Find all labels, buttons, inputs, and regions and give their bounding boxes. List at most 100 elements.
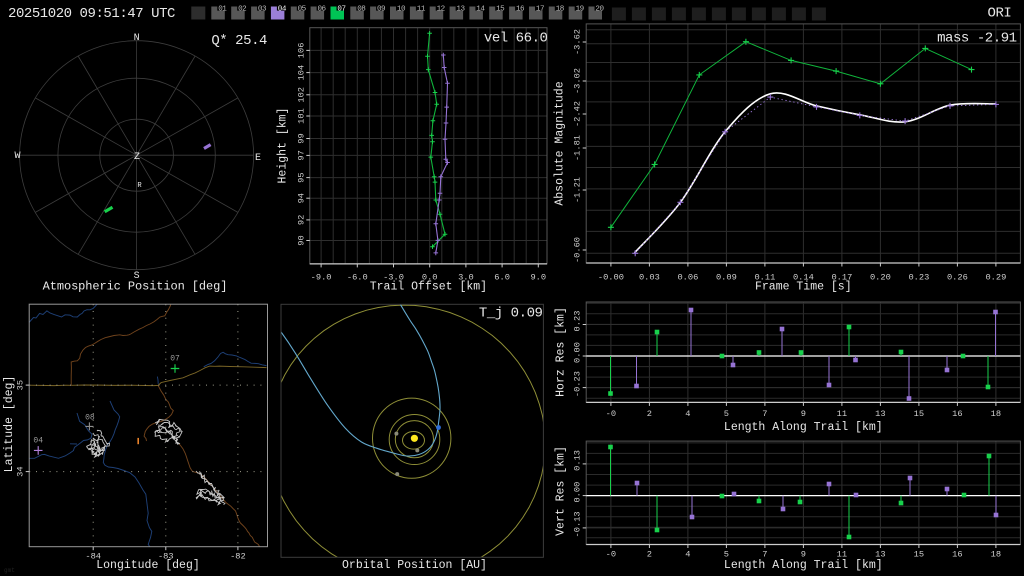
svg-text:2: 2 — [647, 409, 652, 419]
svg-text:R: R — [137, 182, 142, 190]
svg-text:14: 14 — [476, 5, 485, 13]
svg-text:20: 20 — [595, 5, 604, 13]
svg-text:0.29: 0.29 — [985, 272, 1006, 282]
svg-text:-3.02: -3.02 — [573, 68, 583, 94]
svg-text:-0: -0 — [606, 409, 616, 419]
svg-text:E: E — [255, 153, 261, 164]
svg-text:0.00: 0.00 — [573, 482, 583, 503]
svg-text:13: 13 — [875, 409, 885, 419]
svg-text:04: 04 — [33, 437, 43, 446]
svg-text:5: 5 — [724, 409, 729, 419]
svg-text:7: 7 — [762, 409, 767, 419]
svg-text:0.13: 0.13 — [573, 450, 583, 471]
svg-text:13: 13 — [456, 5, 465, 13]
svg-text:-2.42: -2.42 — [573, 101, 583, 127]
svg-text:0.06: 0.06 — [677, 272, 698, 282]
svg-text:15: 15 — [914, 549, 924, 559]
svg-text:Q* 25.4: Q* 25.4 — [211, 33, 267, 49]
svg-text:4: 4 — [685, 549, 690, 559]
svg-text:mass -2.91: mass -2.91 — [937, 30, 1017, 46]
svg-text:-0.00: -0.00 — [598, 272, 624, 282]
svg-text:-82: -82 — [230, 551, 246, 561]
svg-text:Orbital Position [AU]: Orbital Position [AU] — [342, 559, 487, 572]
svg-text:-1.81: -1.81 — [573, 135, 583, 161]
svg-text:Atmospheric Position [deg]: Atmospheric Position [deg] — [43, 280, 228, 294]
svg-text:15: 15 — [914, 409, 924, 419]
svg-text:Length Along Trail [km]: Length Along Trail [km] — [724, 421, 883, 434]
svg-text:Absolute Magnitude: Absolute Magnitude — [554, 81, 567, 205]
svg-text:T_j 0.09: T_j 0.09 — [479, 305, 543, 321]
svg-text:Latitude [deg]: Latitude [deg] — [3, 376, 16, 473]
svg-text:16: 16 — [952, 549, 962, 559]
svg-text:03: 03 — [258, 5, 267, 13]
svg-text:09: 09 — [377, 5, 386, 13]
svg-text:04: 04 — [278, 5, 287, 13]
svg-text:07: 07 — [170, 355, 180, 364]
svg-text:08: 08 — [85, 414, 95, 423]
svg-text:0.09: 0.09 — [716, 272, 737, 282]
svg-text:N: N — [134, 33, 140, 44]
svg-text:19: 19 — [576, 5, 585, 13]
svg-text:104: 104 — [297, 65, 307, 81]
svg-text:15: 15 — [496, 5, 505, 13]
svg-text:0.20: 0.20 — [870, 272, 891, 282]
svg-text:0.23: 0.23 — [908, 272, 929, 282]
svg-text:9: 9 — [801, 409, 806, 419]
svg-text:-9.0: -9.0 — [311, 272, 332, 282]
svg-text:18: 18 — [991, 549, 1001, 559]
svg-text:9.0: 9.0 — [530, 272, 546, 282]
svg-text:10: 10 — [397, 5, 406, 13]
svg-text:92: 92 — [297, 215, 307, 225]
svg-text:ORI: ORI — [988, 5, 1012, 21]
svg-text:97: 97 — [297, 150, 307, 160]
svg-text:95: 95 — [297, 172, 307, 182]
svg-text:07: 07 — [337, 5, 345, 13]
svg-text:7: 7 — [762, 549, 767, 559]
svg-text:Z: Z — [134, 152, 140, 163]
svg-text:-3.62: -3.62 — [573, 29, 583, 55]
svg-text:18: 18 — [991, 409, 1001, 419]
svg-text:Vert Res [km]: Vert Res [km] — [555, 446, 568, 536]
svg-text:0.23: 0.23 — [573, 311, 583, 332]
svg-text:106: 106 — [297, 43, 307, 59]
svg-text:16: 16 — [516, 5, 525, 13]
svg-text:vel 66.0: vel 66.0 — [484, 30, 548, 46]
svg-text:18: 18 — [556, 5, 565, 13]
svg-text:-6.0: -6.0 — [347, 272, 368, 282]
svg-text:0.26: 0.26 — [947, 272, 968, 282]
svg-text:11: 11 — [837, 549, 847, 559]
svg-text:17: 17 — [536, 5, 544, 13]
svg-text:gmt: gmt — [4, 567, 15, 574]
svg-text:W: W — [14, 151, 20, 162]
svg-text:12: 12 — [437, 5, 446, 13]
svg-text:11: 11 — [837, 409, 847, 419]
svg-text:Trail Offset [km]: Trail Offset [km] — [370, 281, 487, 294]
svg-text:01: 01 — [218, 5, 227, 13]
svg-text:2: 2 — [647, 549, 652, 559]
svg-text:02: 02 — [238, 5, 247, 13]
svg-text:0.00: 0.00 — [573, 342, 583, 363]
svg-text:9: 9 — [801, 549, 806, 559]
svg-text:06: 06 — [318, 5, 327, 13]
svg-text:-0: -0 — [606, 549, 616, 559]
svg-text:4: 4 — [685, 409, 690, 419]
svg-text:-0.60: -0.60 — [573, 237, 583, 263]
svg-text:5: 5 — [724, 549, 729, 559]
svg-text:94: 94 — [297, 193, 307, 203]
svg-text:11: 11 — [417, 5, 426, 13]
svg-text:35: 35 — [16, 380, 26, 390]
svg-text:13: 13 — [875, 549, 885, 559]
svg-text:Horz Res [km]: Horz Res [km] — [555, 307, 568, 397]
svg-text:99: 99 — [297, 133, 307, 143]
svg-text:20251020 09:51:47 UTC: 20251020 09:51:47 UTC — [8, 6, 175, 22]
svg-text:90: 90 — [297, 235, 307, 245]
svg-text:-1.21: -1.21 — [573, 177, 583, 203]
svg-text:34: 34 — [16, 466, 26, 476]
svg-text:101: 101 — [297, 108, 307, 124]
svg-text:Longitude [deg]: Longitude [deg] — [96, 559, 200, 572]
svg-text:6.0: 6.0 — [494, 272, 510, 282]
svg-text:-0.23: -0.23 — [573, 371, 583, 397]
svg-text:0.03: 0.03 — [639, 272, 660, 282]
svg-text:Length Along Trail [km]: Length Along Trail [km] — [724, 559, 883, 572]
svg-text:Frame Time [s]: Frame Time [s] — [755, 281, 852, 294]
